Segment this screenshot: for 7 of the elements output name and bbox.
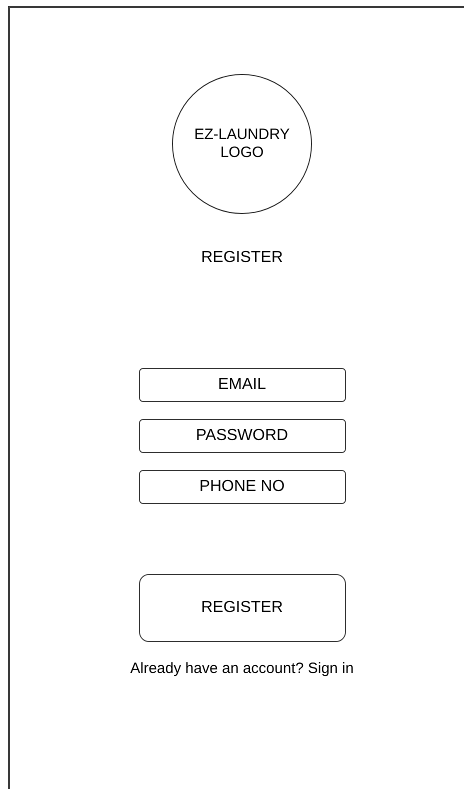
logo-text: EZ-LAUNDRY LOGO bbox=[193, 126, 291, 162]
register-button[interactable]: REGISTER bbox=[138, 574, 346, 642]
sign-in-prompt: Already have an account? Sign in bbox=[130, 660, 354, 678]
page-title: REGISTER bbox=[201, 249, 283, 267]
input-field[interactable]: EMAIL bbox=[138, 368, 346, 402]
input-field[interactable]: PHONE NO bbox=[138, 470, 346, 504]
input-field[interactable]: PASSWORD bbox=[138, 419, 346, 453]
